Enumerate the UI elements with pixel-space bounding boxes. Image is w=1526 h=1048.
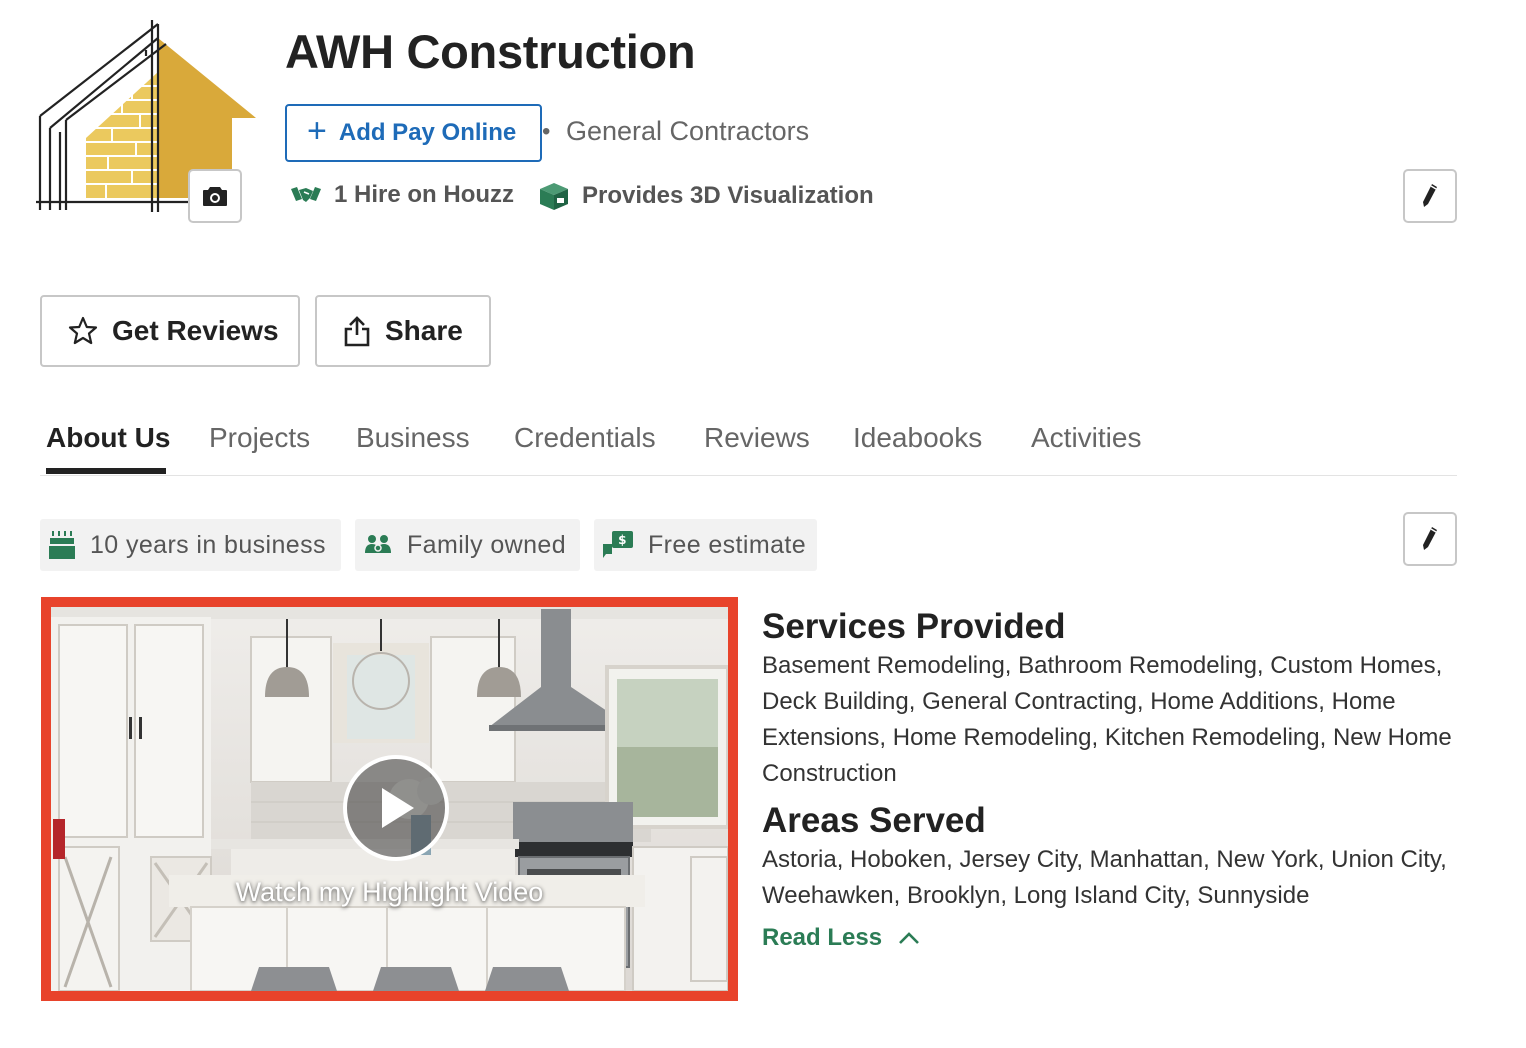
upload-photo-button[interactable] bbox=[188, 169, 242, 223]
get-reviews-label: Get Reviews bbox=[112, 315, 279, 346]
add-pay-online-label: Add Pay Online bbox=[338, 119, 517, 146]
services-title: Services Provided bbox=[762, 607, 1066, 646]
edit-header-button[interactable] bbox=[1403, 169, 1457, 223]
share-icon bbox=[344, 316, 370, 347]
camera-icon bbox=[203, 187, 227, 206]
hires-stat: 1 Hire on Houzz bbox=[290, 181, 514, 209]
pencil-icon bbox=[1423, 184, 1437, 207]
business-category: General Contractors bbox=[566, 116, 810, 146]
add-pay-online-button[interactable]: + Add Pay Online bbox=[285, 104, 542, 162]
share-button[interactable]: Share bbox=[315, 295, 491, 367]
company-name: AWH Construction bbox=[285, 25, 696, 78]
star-icon bbox=[68, 316, 98, 345]
read-less-link[interactable]: Read Less bbox=[762, 924, 920, 952]
3d-box-icon bbox=[540, 183, 568, 210]
family-owned-badge: Family owned bbox=[355, 519, 580, 571]
visualization-label: Provides 3D Visualization bbox=[582, 182, 874, 209]
free-estimate-label: Free estimate bbox=[648, 530, 807, 559]
play-icon bbox=[382, 788, 414, 828]
handshake-icon bbox=[291, 187, 321, 202]
tab-projects[interactable]: Projects bbox=[209, 422, 310, 454]
profile-tabs: About Us Projects Business Credentials R… bbox=[40, 414, 1457, 476]
video-thumbnail: Watch my Highlight Video bbox=[51, 607, 728, 991]
free-estimate-badge: $ Free estimate bbox=[594, 519, 817, 571]
family-icon bbox=[365, 535, 391, 553]
edit-highlights-button[interactable] bbox=[1403, 512, 1457, 566]
read-less-label: Read Less bbox=[762, 924, 883, 951]
tab-ideabooks[interactable]: Ideabooks bbox=[853, 422, 982, 454]
hires-label: 1 Hire on Houzz bbox=[334, 181, 515, 208]
plus-icon: + bbox=[307, 112, 327, 150]
tab-business[interactable]: Business bbox=[356, 422, 470, 454]
svg-text:$: $ bbox=[618, 533, 627, 547]
areas-title: Areas Served bbox=[762, 801, 986, 840]
chevron-up-icon bbox=[899, 932, 919, 944]
tab-activities[interactable]: Activities bbox=[1031, 422, 1141, 454]
years-in-business-badge: 10 years in business bbox=[40, 519, 341, 571]
services-list: Basement Remodeling, Bathroom Remodeling… bbox=[762, 652, 1452, 787]
play-button[interactable] bbox=[343, 755, 449, 861]
highlight-video[interactable]: Watch my Highlight Video bbox=[41, 597, 738, 1001]
video-caption: Watch my Highlight Video bbox=[235, 877, 544, 907]
share-label: Share bbox=[385, 315, 463, 346]
cake-icon bbox=[49, 531, 75, 559]
visualization-stat: Provides 3D Visualization bbox=[538, 181, 874, 211]
years-in-business-label: 10 years in business bbox=[90, 530, 326, 559]
active-tab-indicator bbox=[46, 468, 166, 474]
estimate-icon: $ bbox=[603, 531, 633, 558]
separator-dot: • bbox=[542, 118, 551, 145]
tab-credentials[interactable]: Credentials bbox=[514, 422, 656, 454]
areas-list: Astoria, Hoboken, Jersey City, Manhattan… bbox=[762, 846, 1447, 909]
family-owned-label: Family owned bbox=[407, 530, 567, 559]
pencil-icon bbox=[1423, 527, 1437, 550]
tab-about-us[interactable]: About Us bbox=[46, 422, 170, 454]
tab-reviews[interactable]: Reviews bbox=[704, 422, 810, 454]
get-reviews-button[interactable]: Get Reviews bbox=[40, 295, 300, 367]
